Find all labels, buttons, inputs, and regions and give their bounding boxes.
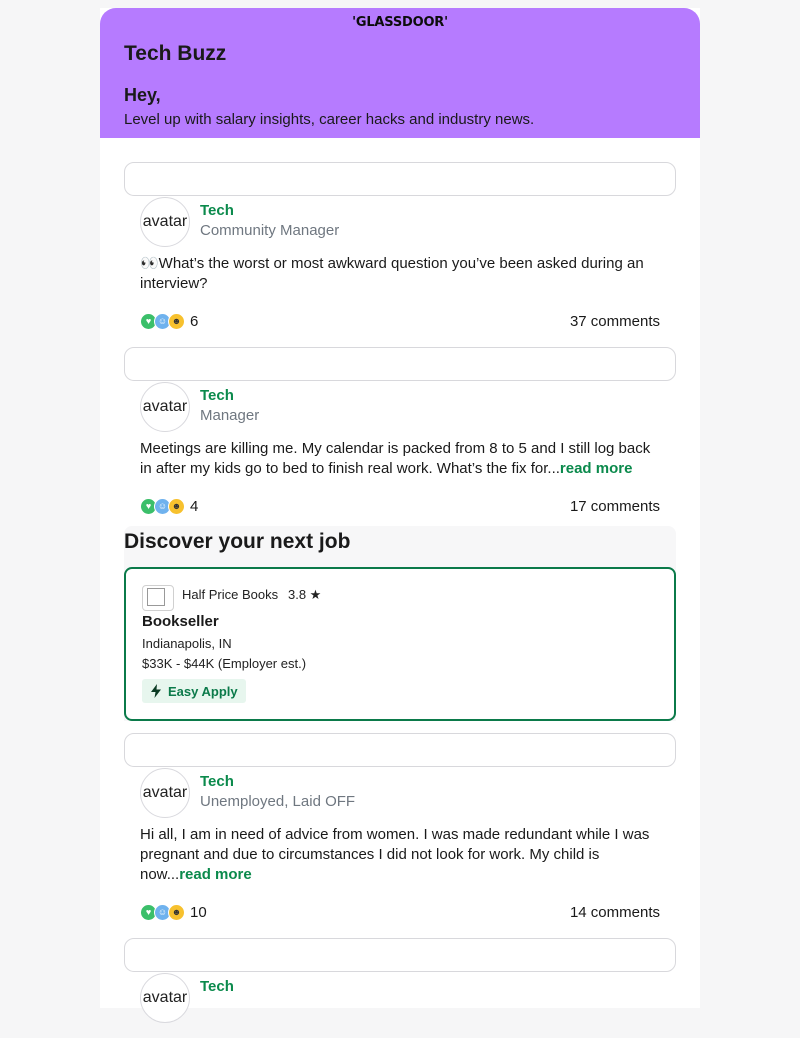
reaction-count: 6 [190,312,199,330]
author-name[interactable]: Tech [200,386,259,406]
comments-link[interactable]: 17 comments [570,498,660,515]
tagline: Level up with salary insights, career ha… [124,111,535,128]
reactions[interactable]: ♥ ☺ ☻ 6 [140,312,199,330]
comments-link[interactable]: 14 comments [570,904,660,921]
avatar: avatar [140,768,190,818]
post-card[interactable]: avatar Tech [124,938,676,1023]
job-card[interactable]: Half Price Books 3.8 ★ Bookseller Indian… [124,567,676,721]
company-name: Half Price Books [182,587,279,602]
post-text[interactable]: 👀What’s the worst or most awkward questi… [140,254,660,294]
author-role: Manager [200,407,260,424]
page-title: Tech Buzz [124,42,227,65]
jobs-section-title: Discover your next job [124,530,351,553]
job-title[interactable]: Bookseller [142,613,219,630]
post-card[interactable]: avatar Tech Unemployed, Laid OFF Hi all,… [124,733,676,923]
reaction-count: 10 [190,903,207,921]
greeting: Hey, [124,85,161,105]
post-card-top-bar [124,938,676,972]
feed: avatar Tech Community Manager 👀What’s th… [124,162,676,1038]
read-more-link[interactable]: read more [179,866,252,883]
author-name[interactable]: Tech [200,977,234,997]
post-card[interactable]: avatar Tech Community Manager 👀What’s th… [124,162,676,332]
post-footer: ♥ ☺ ☻ 6 37 comments [140,310,660,332]
header-banner: 'GLASSDOOR' Tech Buzz Hey, Level up with… [100,8,700,138]
easy-apply-badge[interactable]: Easy Apply [142,679,246,703]
company-logo-icon [142,585,174,611]
post-footer: ♥ ☺ ☻ 10 14 comments [140,901,660,923]
post-author: avatar Tech Community Manager [140,197,660,247]
avatar: avatar [140,973,190,1023]
comments-link[interactable]: 37 comments [570,313,660,330]
glassdoor-logo[interactable]: 'GLASSDOOR' [100,15,700,30]
post-text[interactable]: Hi all, I am in need of advice from wome… [140,825,660,885]
author-role: Community Manager [200,222,340,239]
lightning-bolt-icon [151,684,161,698]
funny-reaction-icon: ☻ [168,497,185,515]
reactions[interactable]: ♥ ☺ ☻ 10 [140,903,207,921]
funny-reaction-icon: ☻ [168,312,185,330]
job-salary: $33K - $44K (Employer est.) [142,656,307,671]
company-rating: 3.8 ★ [288,587,322,602]
funny-reaction-icon: ☻ [168,903,185,921]
avatar: avatar [140,382,190,432]
post-text[interactable]: Meetings are killing me. My calendar is … [140,439,660,479]
author-name[interactable]: Tech [200,772,355,792]
post-card-top-bar [124,347,676,381]
reactions[interactable]: ♥ ☺ ☻ 4 [140,497,199,515]
post-text-content: 👀What’s the worst or most awkward questi… [140,255,644,292]
read-more-link[interactable]: read more [560,460,633,477]
jobs-section: Discover your next job Half Price Books … [124,526,676,721]
easy-apply-label: Easy Apply [168,683,238,699]
reaction-count: 4 [190,497,199,515]
post-card-top-bar [124,162,676,196]
post-card[interactable]: avatar Tech Manager Meetings are killing… [124,347,676,517]
post-author: avatar Tech [140,973,660,1023]
post-footer: ♥ ☺ ☻ 4 17 comments [140,495,660,517]
newsletter-page: 'GLASSDOOR' Tech Buzz Hey, Level up with… [100,8,700,1023]
post-author: avatar Tech Manager [140,382,660,432]
post-card-top-bar [124,733,676,767]
author-role: Unemployed, Laid OFF [200,793,356,810]
author-name[interactable]: Tech [200,201,339,221]
post-author: avatar Tech Unemployed, Laid OFF [140,768,660,818]
avatar: avatar [140,197,190,247]
job-location: Indianapolis, IN [142,636,232,651]
